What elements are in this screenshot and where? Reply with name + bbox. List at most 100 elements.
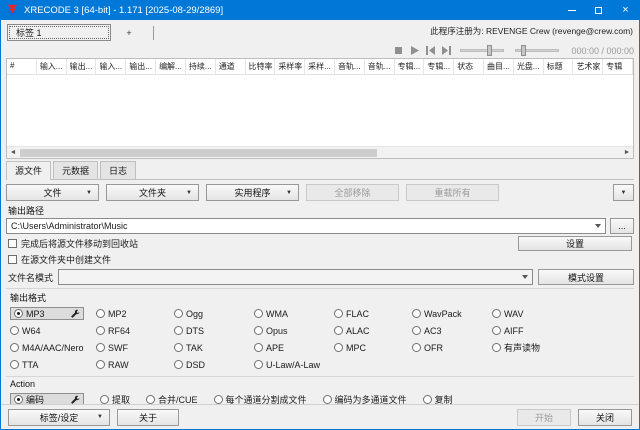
wrench-icon[interactable] bbox=[71, 309, 80, 318]
create-in-source-checkbox[interactable] bbox=[8, 255, 17, 264]
radio-icon[interactable] bbox=[10, 360, 19, 369]
radio-icon[interactable] bbox=[492, 343, 501, 352]
format-option[interactable]: W64 bbox=[10, 324, 96, 337]
table-column-header[interactable]: 标题 bbox=[544, 59, 574, 74]
settings-button[interactable]: 设置 bbox=[518, 236, 632, 251]
format-option[interactable]: RF64 bbox=[96, 324, 174, 337]
tab-log[interactable]: 日志 bbox=[100, 161, 136, 179]
table-column-header[interactable]: 专辑... bbox=[395, 59, 425, 74]
volume-slider-thumb[interactable] bbox=[487, 45, 492, 56]
radio-icon[interactable] bbox=[174, 360, 183, 369]
radio-icon[interactable] bbox=[323, 395, 332, 404]
format-option[interactable]: AC3 bbox=[412, 324, 492, 337]
format-option[interactable]: M4A/AAC/Nero bbox=[10, 341, 96, 354]
radio-icon[interactable] bbox=[96, 343, 105, 352]
format-option[interactable]: Opus bbox=[254, 324, 334, 337]
radio-icon[interactable] bbox=[10, 343, 19, 352]
utilities-menu-button[interactable]: 实用程序▼ bbox=[206, 184, 299, 201]
wrench-icon[interactable] bbox=[71, 395, 80, 404]
recycle-checkbox[interactable] bbox=[8, 239, 17, 248]
radio-icon[interactable] bbox=[412, 326, 421, 335]
about-button[interactable]: 关于 bbox=[117, 409, 179, 426]
table-column-header[interactable]: 通道 bbox=[216, 59, 246, 74]
format-option[interactable]: APE bbox=[254, 341, 334, 354]
horizontal-scrollbar[interactable]: ◄ ► bbox=[7, 146, 633, 158]
scroll-left-icon[interactable]: ◄ bbox=[7, 147, 19, 159]
format-option[interactable]: MPC bbox=[334, 341, 412, 354]
radio-icon[interactable] bbox=[423, 395, 432, 404]
radio-icon[interactable] bbox=[254, 326, 263, 335]
table-column-header[interactable]: 采样... bbox=[305, 59, 335, 74]
close-button[interactable]: × bbox=[612, 1, 639, 20]
table-column-header[interactable]: 专辑... bbox=[424, 59, 454, 74]
table-column-header[interactable]: 状态 bbox=[454, 59, 484, 74]
next-track-button[interactable] bbox=[441, 45, 452, 56]
radio-icon[interactable] bbox=[10, 326, 19, 335]
format-option[interactable]: FLAC bbox=[334, 307, 412, 320]
table-column-header[interactable]: 输出... bbox=[67, 59, 97, 74]
table-column-header[interactable]: # bbox=[7, 59, 37, 74]
radio-icon[interactable] bbox=[174, 309, 183, 318]
tab-source-files[interactable]: 源文件 bbox=[6, 161, 51, 180]
format-option[interactable]: WavPack bbox=[412, 307, 492, 320]
radio-icon[interactable] bbox=[412, 309, 421, 318]
radio-icon[interactable] bbox=[174, 343, 183, 352]
scroll-right-icon[interactable]: ► bbox=[621, 147, 633, 159]
table-column-header[interactable]: 编解... bbox=[156, 59, 186, 74]
table-column-header[interactable]: 比特率 bbox=[246, 59, 276, 74]
table-column-header[interactable]: 音轨... bbox=[365, 59, 395, 74]
add-tab-button[interactable]: + bbox=[111, 24, 147, 41]
format-option[interactable]: Ogg bbox=[174, 307, 254, 320]
browse-button[interactable]: ... bbox=[610, 218, 634, 234]
format-option[interactable]: RAW bbox=[96, 358, 174, 371]
folder-menu-button[interactable]: 文件夹▼ bbox=[106, 184, 199, 201]
seek-slider[interactable] bbox=[515, 49, 559, 52]
filename-pattern-combobox[interactable] bbox=[58, 269, 533, 285]
table-column-header[interactable]: 曲目... bbox=[484, 59, 514, 74]
volume-slider[interactable] bbox=[460, 49, 504, 52]
minimize-button[interactable] bbox=[558, 1, 585, 20]
more-options-button[interactable]: ▼ bbox=[613, 184, 634, 201]
radio-icon[interactable] bbox=[334, 343, 343, 352]
radio-icon[interactable] bbox=[412, 343, 421, 352]
previous-track-button[interactable] bbox=[425, 45, 436, 56]
radio-icon[interactable] bbox=[96, 309, 105, 318]
table-column-header[interactable]: 光盘... bbox=[514, 59, 544, 74]
radio-icon[interactable] bbox=[492, 309, 501, 318]
radio-icon[interactable] bbox=[100, 395, 109, 404]
format-option[interactable]: OFR bbox=[412, 341, 492, 354]
table-column-header[interactable]: 输出... bbox=[126, 59, 156, 74]
format-option[interactable]: TAK bbox=[174, 341, 254, 354]
tags-presets-button[interactable]: 标签/设定▼ bbox=[8, 409, 110, 426]
table-column-header[interactable]: 持续... bbox=[186, 59, 216, 74]
play-button[interactable] bbox=[409, 45, 420, 56]
radio-icon[interactable] bbox=[492, 326, 501, 335]
tab-metadata[interactable]: 元数据 bbox=[53, 161, 98, 179]
radio-icon[interactable] bbox=[146, 395, 155, 404]
table-column-header[interactable]: 输入... bbox=[96, 59, 126, 74]
radio-icon[interactable] bbox=[214, 395, 223, 404]
format-option[interactable]: U-Law/A-Law bbox=[254, 358, 334, 371]
radio-checked-icon[interactable] bbox=[14, 309, 23, 318]
format-option[interactable]: TTA bbox=[10, 358, 96, 371]
file-menu-button[interactable]: 文件▼ bbox=[6, 184, 99, 201]
table-column-header[interactable]: 专辑 bbox=[603, 59, 633, 74]
table-column-header[interactable]: 艺术家 bbox=[573, 59, 603, 74]
table-body-empty[interactable] bbox=[7, 75, 633, 146]
radio-icon[interactable] bbox=[334, 309, 343, 318]
format-option[interactable]: MP2 bbox=[96, 307, 174, 320]
radio-icon[interactable] bbox=[254, 343, 263, 352]
format-option[interactable]: WMA bbox=[254, 307, 334, 320]
close-app-button[interactable]: 关闭 bbox=[578, 409, 632, 426]
radio-icon[interactable] bbox=[174, 326, 183, 335]
format-option[interactable]: SWF bbox=[96, 341, 174, 354]
scrollbar-thumb[interactable] bbox=[20, 149, 377, 157]
pattern-settings-button[interactable]: 模式设置 bbox=[538, 269, 634, 285]
table-column-header[interactable]: 采样率 bbox=[275, 59, 305, 74]
format-option[interactable]: DSD bbox=[174, 358, 254, 371]
format-option[interactable]: DTS bbox=[174, 324, 254, 337]
stop-button[interactable] bbox=[393, 45, 404, 56]
table-column-header[interactable]: 音轨... bbox=[335, 59, 365, 74]
format-option[interactable]: WAV bbox=[492, 307, 632, 320]
format-option[interactable]: ALAC bbox=[334, 324, 412, 337]
